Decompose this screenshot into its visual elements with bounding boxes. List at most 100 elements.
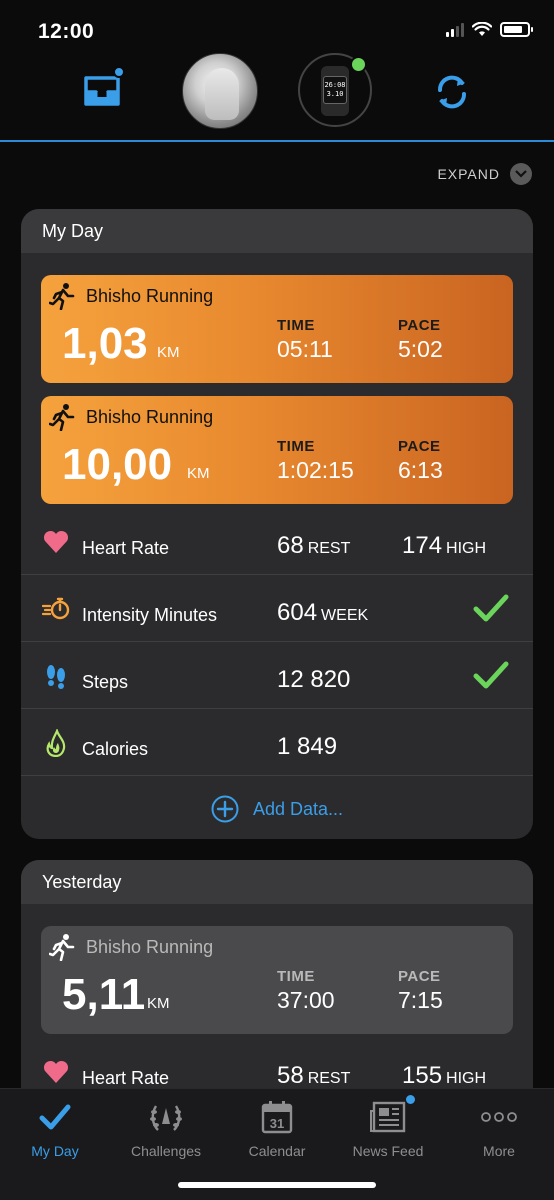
battery-icon <box>500 22 533 37</box>
time-value: 05:11 <box>277 336 333 362</box>
heart-rate-label: Heart Rate <box>82 1068 170 1088</box>
flame-icon <box>46 729 66 757</box>
calories-value: 1 849 <box>277 733 338 760</box>
add-data-label: Add Data... <box>252 798 344 819</box>
activity-card[interactable]: Bhisho Running 1,03 KM TIME 05:11 PACE 5… <box>41 275 513 383</box>
tab-label: My Day <box>31 1143 79 1159</box>
stopwatch-icon <box>42 597 70 620</box>
goal-check-icon <box>473 594 509 622</box>
activity-distance-unit: KM <box>147 995 170 1012</box>
steps-label: Steps <box>82 672 129 692</box>
header-divider <box>0 140 554 142</box>
check-icon <box>39 1104 71 1130</box>
heart-icon <box>43 530 69 553</box>
tab-my-day[interactable]: My Day <box>0 1099 110 1161</box>
my-day-title: My Day <box>21 209 533 253</box>
heart-rate-row[interactable]: Heart Rate 68 REST 174 HIGH <box>21 508 533 575</box>
activity-pace: PACE 5:02 <box>398 317 443 363</box>
tab-more[interactable]: More <box>444 1099 554 1161</box>
activity-distance: 5,11 <box>62 970 146 1019</box>
activity-card[interactable]: Bhisho Running 10,00 KM TIME 1:02:15 PAC… <box>41 396 513 504</box>
time-label: TIME <box>277 438 315 455</box>
pace-value: 5:02 <box>398 336 443 362</box>
steps-value: 12 820 <box>277 666 351 693</box>
high-heart-rate: 174 HIGH <box>402 532 487 559</box>
status-time: 12:00 <box>38 20 95 43</box>
sync-icon[interactable] <box>432 72 472 112</box>
news-feed-notification-dot <box>406 1095 415 1104</box>
garmin-connect-screen: 12:00 26:08 3.10 EXPAND My Day Bhisho Ru… <box>0 0 554 1200</box>
profile-avatar[interactable] <box>182 53 258 129</box>
calendar-icon: 31 <box>261 1101 293 1134</box>
time-label: TIME <box>277 317 315 334</box>
time-value: 1:02:15 <box>277 457 354 483</box>
cellular-signal-icon <box>446 22 464 37</box>
inbox-notification-dot <box>113 66 125 78</box>
tab-challenges[interactable]: Challenges <box>111 1099 221 1161</box>
chevron-down-icon <box>510 163 532 185</box>
my-day-card: My Day Bhisho Running 1,03 KM TIME 05:11… <box>21 209 533 839</box>
wifi-icon <box>472 22 492 36</box>
resting-heart-rate: 58 REST <box>277 1062 351 1089</box>
more-icon <box>481 1112 517 1122</box>
resting-heart-rate: 68 REST <box>277 532 351 559</box>
activity-distance: 1,03 <box>62 319 148 368</box>
plus-circle-icon <box>211 795 239 823</box>
goal-check-icon <box>473 661 509 689</box>
calories-row[interactable]: Calories 1 849 <box>21 709 533 776</box>
expand-button[interactable]: EXPAND <box>437 163 532 185</box>
tab-label: Challenges <box>130 1143 202 1159</box>
activity-distance: 10,00 <box>62 440 173 489</box>
activity-title: Bhisho Running <box>86 937 214 957</box>
status-icons <box>446 22 533 37</box>
activity-time: TIME 05:11 <box>277 317 333 363</box>
running-icon <box>49 404 75 431</box>
watch-date-text: 3.10 <box>326 90 344 98</box>
activity-card[interactable]: Bhisho Running 5,11 KM TIME 37:00 PACE 7… <box>41 926 513 1034</box>
pace-label: PACE <box>398 438 441 455</box>
activity-pace: PACE 6:13 <box>398 438 443 484</box>
expand-label: EXPAND <box>437 166 500 182</box>
pace-label: PACE <box>398 968 441 985</box>
footprints-icon <box>47 665 65 689</box>
time-value: 37:00 <box>277 987 335 1013</box>
activity-distance-unit: KM <box>157 344 180 361</box>
time-label: TIME <box>277 968 315 985</box>
activity-title: Bhisho Running <box>86 286 214 306</box>
tab-label: News Feed <box>352 1143 424 1159</box>
intensity-minutes-row[interactable]: Intensity Minutes 604 WEEK <box>21 575 533 642</box>
high-heart-rate: 155 HIGH <box>402 1062 487 1089</box>
tab-calendar[interactable]: 31 Calendar <box>222 1099 332 1161</box>
intensity-minutes-label: Intensity Minutes <box>82 605 218 625</box>
tab-label: Calendar <box>248 1143 306 1159</box>
newspaper-icon <box>370 1101 406 1133</box>
pace-value: 6:13 <box>398 457 443 483</box>
tab-news-feed[interactable]: News Feed <box>333 1099 443 1161</box>
heart-rate-label: Heart Rate <box>82 538 170 558</box>
activity-title: Bhisho Running <box>86 407 214 427</box>
yesterday-card: Yesterday Bhisho Running 5,11 KM TIME 37… <box>21 860 533 1120</box>
watch-icon: 26:08 3.10 <box>321 66 349 116</box>
calories-label: Calories <box>82 739 149 759</box>
device-connected-dot <box>350 56 367 73</box>
activity-time: TIME 37:00 <box>277 968 335 1014</box>
activity-distance-unit: KM <box>187 465 210 482</box>
home-indicator[interactable] <box>178 1182 376 1188</box>
top-header: 26:08 3.10 <box>0 52 554 142</box>
calendar-day-number: 31 <box>270 1116 284 1131</box>
status-bar: 12:00 <box>0 0 554 52</box>
watch-time-text: 26:08 <box>324 81 346 89</box>
tab-label: More <box>483 1143 515 1159</box>
add-data-button[interactable]: Add Data... <box>21 776 533 839</box>
activity-pace: PACE 7:15 <box>398 968 443 1014</box>
heart-icon <box>43 1060 69 1083</box>
pace-value: 7:15 <box>398 987 443 1013</box>
running-icon <box>49 283 75 310</box>
laurel-icon <box>150 1105 182 1131</box>
running-icon <box>49 934 75 961</box>
steps-row[interactable]: Steps 12 820 <box>21 642 533 709</box>
yesterday-title: Yesterday <box>21 860 533 904</box>
activity-time: TIME 1:02:15 <box>277 438 354 484</box>
intensity-minutes-value: 604 WEEK <box>277 599 369 626</box>
pace-label: PACE <box>398 317 441 334</box>
